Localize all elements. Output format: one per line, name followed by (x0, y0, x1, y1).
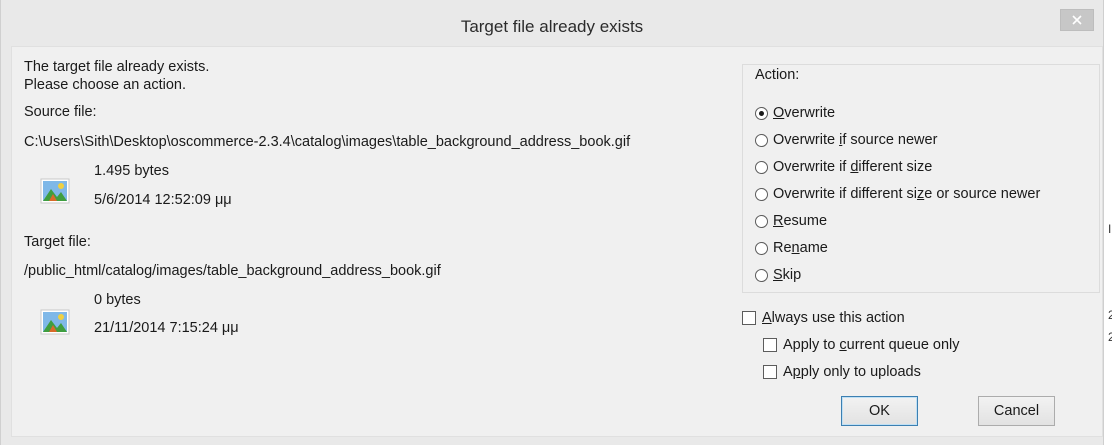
source-file-path: C:\Users\Sith\Desktop\oscommerce-2.3.4\c… (24, 134, 631, 150)
source-file-label: Source file: (24, 104, 97, 120)
dialog-body: The target file already exists. Please c… (11, 46, 1103, 437)
intro-line-1: The target file already exists. (24, 59, 210, 75)
radio-button[interactable] (755, 133, 768, 147)
action-group: Action: Overwrite Overwrite if source ne… (742, 64, 1100, 293)
ok-button[interactable]: OK (841, 396, 918, 426)
checkbox[interactable] (742, 311, 756, 325)
radio-overwrite-if-newer[interactable]: Overwrite if source newer (755, 130, 937, 150)
radio-skip[interactable]: Skip (755, 265, 801, 285)
background-edge-text: I (1108, 222, 1112, 236)
image-file-icon (40, 178, 70, 204)
target-file-size: 0 bytes (94, 292, 141, 308)
intro-line-2: Please choose an action. (24, 77, 187, 93)
radio-resume[interactable]: Resume (755, 211, 827, 231)
close-icon (1072, 15, 1082, 25)
radio-button[interactable] (755, 268, 768, 282)
checkbox[interactable] (763, 365, 777, 379)
radio-overwrite-if-different-size[interactable]: Overwrite if different size (755, 157, 932, 177)
dialog-window: Target file already exists The target fi… (0, 0, 1104, 445)
radio-button[interactable] (755, 160, 768, 174)
source-file-date: 5/6/2014 12:52:09 μμ (94, 192, 232, 208)
apply-current-queue-checkbox[interactable]: Apply to current queue only (763, 335, 960, 355)
checkbox[interactable] (763, 338, 777, 352)
cancel-button[interactable]: Cancel (978, 396, 1055, 426)
image-file-icon (40, 309, 70, 335)
radio-rename[interactable]: Rename (755, 238, 828, 258)
radio-overwrite-if-size-or-newer[interactable]: Overwrite if different size or source ne… (755, 184, 1040, 204)
target-file-label: Target file: (24, 234, 91, 250)
radio-button[interactable] (755, 241, 768, 255)
title-bar[interactable]: Target file already exists (1, 0, 1103, 42)
action-group-label: Action: (753, 67, 802, 83)
radio-overwrite[interactable]: Overwrite (755, 103, 835, 123)
radio-button[interactable] (755, 214, 768, 228)
radio-button[interactable] (755, 106, 768, 120)
always-use-action-checkbox[interactable]: Always use this action (742, 308, 905, 328)
target-file-path: /public_html/catalog/images/table_backgr… (24, 263, 441, 279)
background-edge-text: 2 (1108, 308, 1112, 322)
background-edge-text: 2 (1108, 330, 1112, 344)
dialog-title: Target file already exists (460, 17, 644, 36)
source-file-size: 1.495 bytes (94, 163, 169, 179)
close-button[interactable] (1060, 9, 1094, 31)
radio-button[interactable] (755, 187, 768, 201)
apply-uploads-only-checkbox[interactable]: Apply only to uploads (763, 362, 921, 382)
target-file-date: 21/11/2014 7:15:24 μμ (94, 320, 239, 336)
